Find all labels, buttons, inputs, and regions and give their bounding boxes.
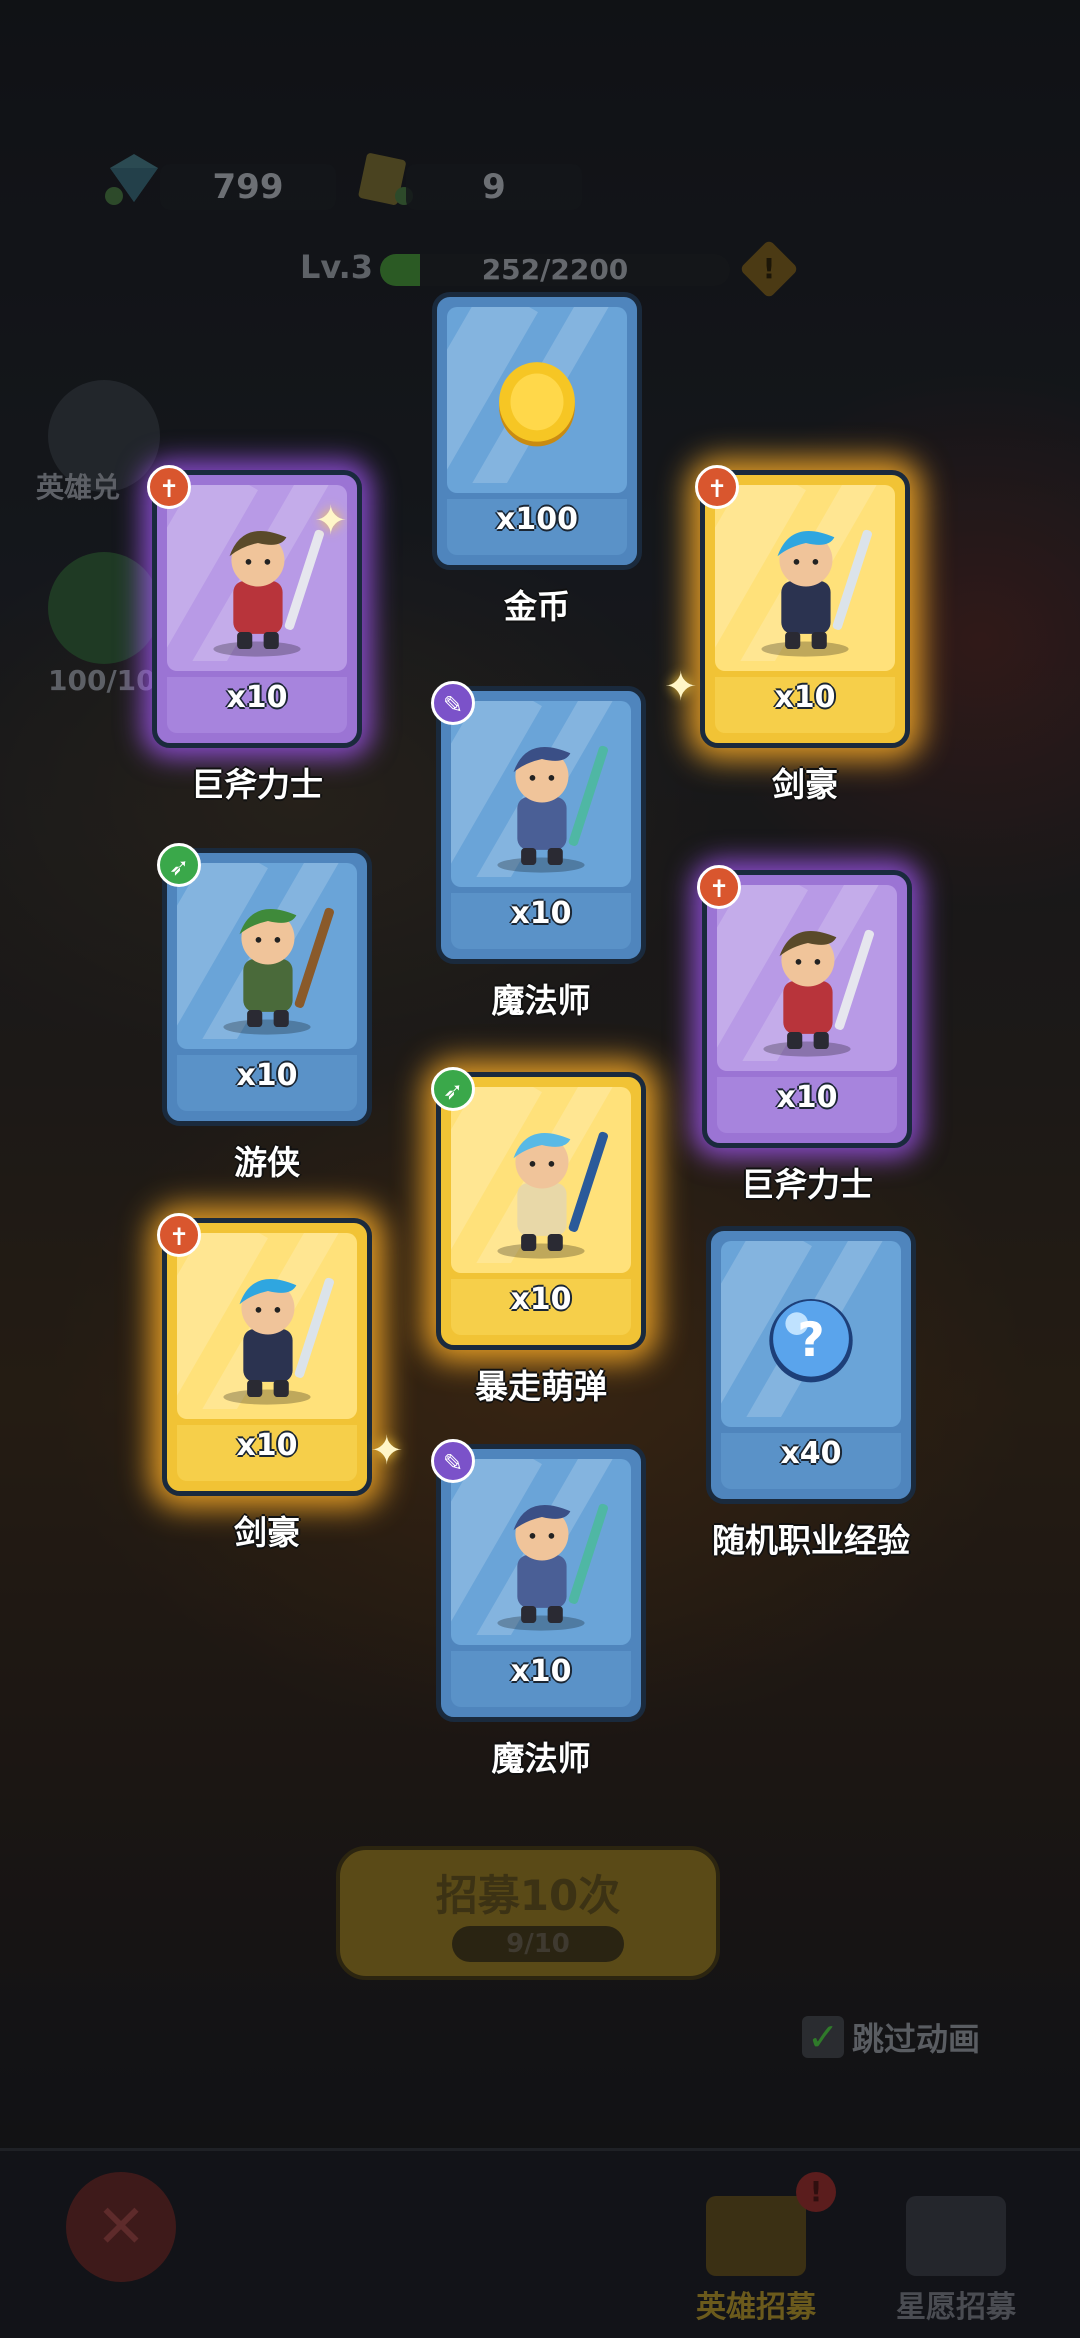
gem-count: 799 (212, 167, 284, 207)
reward-card[interactable]: ✝ x10 (695, 465, 910, 748)
card-quantity: x10 (510, 896, 572, 931)
card-quantity: x10 (236, 1058, 298, 1093)
card-quantity: x100 (496, 502, 578, 537)
random-exp-orb-icon: ? (721, 1241, 901, 1427)
reward-card[interactable]: ➶ x10 (157, 843, 372, 1126)
card-name: 剑豪 (234, 1513, 300, 1552)
nav-wish-recruit[interactable]: 星愿招募 (856, 2196, 1056, 2326)
card-name: 暴走萌弹 (475, 1367, 607, 1406)
warrior-class-icon: ✝ (697, 865, 741, 909)
hero-exchange-label: 英雄兑 (36, 471, 121, 504)
sparkle-icon: ✦ (664, 664, 698, 710)
reward-card[interactable]: ➶ x10 (431, 1067, 646, 1350)
card-name: 巨斧力士 (191, 765, 323, 804)
reward-card[interactable]: ✝ x10 (697, 865, 912, 1148)
swordsman-hero-icon (715, 485, 895, 671)
level-progress-text: 252/2200 (481, 254, 629, 286)
mage-class-icon: ✎ (431, 681, 475, 725)
mage-class-icon: ✎ (431, 1439, 475, 1483)
card-quantity: x10 (510, 1654, 572, 1689)
nav-hero-recruit[interactable]: ! 英雄招募 (656, 2172, 856, 2326)
svg-text:?: ? (797, 1313, 824, 1368)
warrior-class-icon: ✝ (695, 465, 739, 509)
side-counter-label: 100/10 (48, 664, 156, 697)
gem-counter: 799 (160, 164, 336, 210)
card-quantity: x10 (510, 1282, 572, 1317)
warrior-class-icon: ✝ (147, 465, 191, 509)
nav-hero-recruit-label: 英雄招募 (696, 2290, 816, 2325)
recruit-10x-button[interactable]: 招募10次 9/10 (336, 1846, 720, 1980)
level-progress-bar: 252/2200 (380, 254, 730, 286)
level-label: Lv.3 (300, 248, 374, 286)
recruit-ticket-count: 9/10 (452, 1926, 624, 1962)
card-name: 游侠 (234, 1143, 300, 1182)
swordsman-hero-icon (177, 1233, 357, 1419)
wish-recruit-icon (906, 2196, 1006, 2276)
card-name: 魔法师 (491, 1739, 591, 1778)
ranger-class-icon: ➶ (157, 843, 201, 887)
alert-icon[interactable]: ! (739, 239, 799, 299)
ranger-class-icon: ➶ (431, 1067, 475, 1111)
card-quantity: x10 (236, 1428, 298, 1463)
reward-card[interactable]: x100 (432, 292, 642, 570)
skip-animation-label: 跳过动画 (852, 2020, 981, 2058)
card-quantity: x40 (780, 1436, 842, 1471)
warrior-class-icon: ✝ (157, 1213, 201, 1257)
skip-animation-checkbox[interactable]: ✓ (802, 2016, 844, 2058)
axe-hero-icon (717, 885, 897, 1071)
card-name: 剑豪 (772, 765, 838, 804)
ticket-counter: 9 (406, 164, 582, 210)
nav-wish-recruit-label: 星愿招募 (896, 2290, 1016, 2325)
hero-recruit-icon (706, 2196, 806, 2276)
close-button[interactable]: ✕ (66, 2172, 176, 2282)
card-quantity: x10 (776, 1080, 838, 1115)
skip-animation-toggle[interactable]: ✓ 跳过动画 (802, 2014, 980, 2060)
recruit-10x-label: 招募10次 (435, 1871, 621, 1920)
gold-coin-icon (447, 307, 627, 493)
ticket-count: 9 (482, 167, 506, 207)
card-name: 魔法师 (491, 981, 591, 1020)
card-name: 随机职业经验 (712, 1521, 910, 1560)
reward-card[interactable]: ✝ x10 (157, 1213, 372, 1496)
wizard-hero-icon (451, 701, 631, 887)
card-name: 巨斧力士 (741, 1165, 873, 1204)
gem-icon (100, 150, 168, 210)
wizard-hero-icon (451, 1459, 631, 1645)
gunner-hero-icon (451, 1087, 631, 1273)
sparkle-icon: ✦ (314, 498, 348, 544)
ranger-hero-icon (177, 863, 357, 1049)
side-event-button[interactable] (48, 552, 160, 664)
card-name: 金币 (504, 587, 570, 626)
card-quantity: x10 (226, 680, 288, 715)
card-quantity: x10 (774, 680, 836, 715)
sparkle-icon: ✦ (370, 1428, 404, 1474)
reward-card[interactable]: ? x40 (706, 1226, 916, 1504)
reward-card[interactable]: ✎ x10 (431, 1439, 646, 1722)
notification-badge: ! (796, 2172, 836, 2212)
reward-card[interactable]: ✎ x10 (431, 681, 646, 964)
